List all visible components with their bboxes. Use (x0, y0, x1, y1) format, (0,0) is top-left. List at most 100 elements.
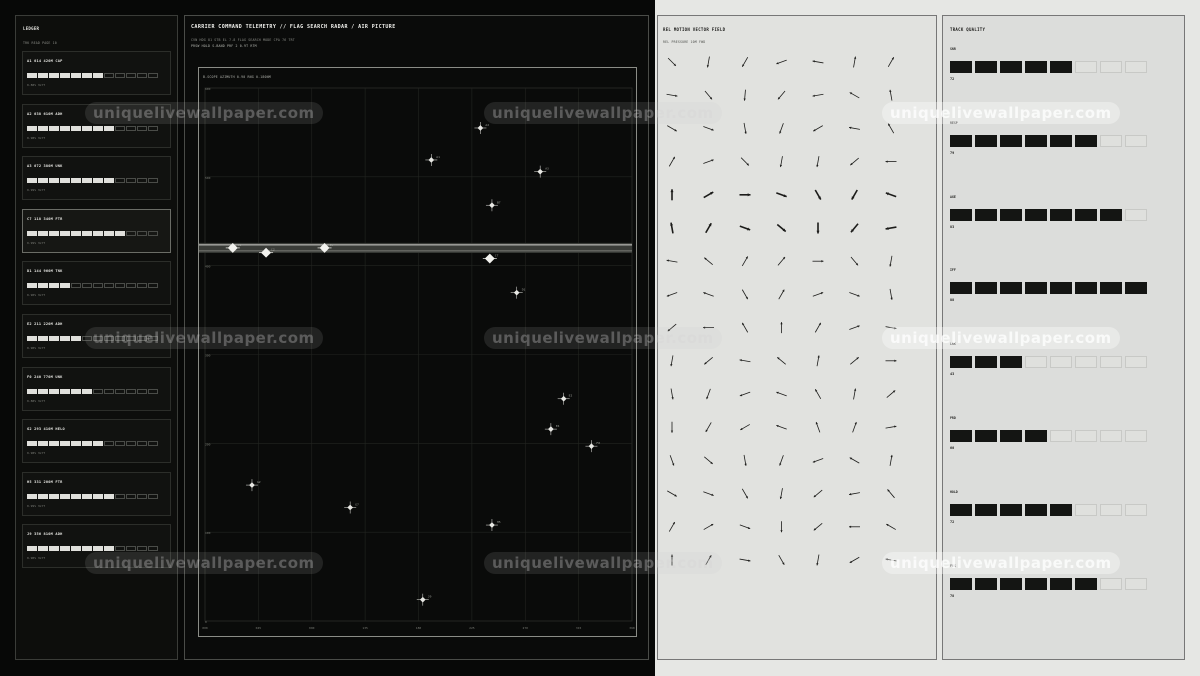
ledger-card-segment (60, 546, 70, 552)
contact-marker[interactable]: A2 (474, 121, 489, 134)
ledger-card-segment (104, 125, 114, 131)
ledger-card-segment (60, 441, 70, 447)
ledger-card-segment (126, 73, 136, 78)
vector-arrow (887, 123, 895, 134)
ledger-card-segment (137, 230, 147, 236)
ledger-card-segment (137, 546, 147, 552)
track-quality-row: AGE 83 (950, 195, 1180, 235)
ledger-card-segment (126, 441, 136, 447)
track-quality-segment (1025, 356, 1047, 369)
ledger-card-segment (137, 178, 147, 184)
ledger-card-meta: 0.99% 3LYT (27, 188, 46, 193)
vector-arrow (849, 292, 860, 297)
vector-arrow (816, 222, 820, 234)
watermark: uniquelivewallpaper.com (484, 552, 722, 574)
track-quality-label: HOLD (950, 489, 958, 494)
watermark: uniquelivewallpaper.com (85, 102, 323, 124)
ledger-card[interactable]: F0 240 770M UNK 0.88% 3LYT (22, 366, 171, 411)
vector-arrow (705, 222, 712, 234)
vector-arrow (666, 93, 678, 97)
vector-arrow (851, 189, 858, 200)
vector-arrow (706, 388, 711, 400)
contact-marker[interactable]: H5 (485, 519, 501, 532)
ledger-card[interactable]: A3 072 380M UNK 0.99% 3LYT (22, 156, 171, 201)
ledger-card[interactable]: H5 331 200M FTR 0.99% 3LYT (22, 471, 171, 516)
track-quality-segment (950, 134, 972, 147)
ledger-card-segment (49, 73, 59, 78)
ledger-card-segment (104, 178, 114, 184)
track-quality-segment (1100, 577, 1122, 590)
vector-arrow (812, 260, 824, 263)
vector-arrow (816, 355, 820, 367)
ledger-card-segment (104, 493, 114, 499)
ledger-card[interactable]: G2 293 410M HELO 0.98% 3LYT (22, 419, 171, 464)
track-quality-segment (1075, 503, 1097, 516)
vector-arrow (740, 424, 750, 431)
track-quality-value: 88 (950, 298, 955, 303)
contact-marker[interactable]: D1 (510, 286, 526, 299)
ledger-card-segment (148, 546, 158, 552)
ledger-card[interactable]: A1 014 420M CAP 0.88% 3LYT (22, 51, 171, 95)
vector-arrow (812, 292, 824, 297)
ledger-card[interactable]: C7 118 340M FTR 0.99% 3LYT (22, 208, 171, 253)
vector-arrow (741, 322, 749, 333)
track-quality-segment (1125, 208, 1147, 221)
ledger-card-segment (71, 546, 81, 552)
vector-arrow (706, 56, 710, 68)
ledger-card-segment (115, 178, 125, 184)
ledger-card-segment (148, 230, 158, 236)
ledger-card-segment (60, 178, 70, 184)
track-quality-value: 60 (950, 446, 955, 450)
contact-marker[interactable]: G7 (344, 501, 359, 514)
ledger-card-segment (93, 230, 103, 236)
vector-arrow (739, 225, 751, 231)
contact-marker[interactable]: F0 (585, 440, 600, 453)
track-quality-segment (1075, 356, 1097, 369)
ledger-card-segment (60, 230, 70, 236)
vector-arrow (779, 156, 783, 168)
vector-arrow (703, 126, 714, 131)
contact-marker[interactable]: C7 (482, 254, 499, 264)
vector-arrow (813, 522, 823, 531)
track-quality-segment (975, 134, 997, 147)
vector-arrow (778, 289, 785, 300)
x-tick-label: 270 (523, 626, 529, 630)
vector-arrow (670, 421, 674, 433)
contact-marker[interactable]: E4 (544, 423, 560, 436)
vector-arrow (740, 157, 750, 166)
ledger-card-segment (115, 388, 125, 394)
ledger-card-segment (49, 125, 59, 131)
vector-arrow (853, 388, 857, 400)
y-tick-label: 200 (205, 442, 211, 446)
ledger-card-segment (60, 125, 70, 131)
ledger-card-meta: 0.99% 3LYT (27, 503, 46, 508)
vector-arrow (849, 325, 860, 330)
ledger-card-segment (137, 283, 147, 289)
vector-arrow (849, 126, 860, 130)
track-quality-segment (950, 503, 972, 516)
x-tick-label: 360 (629, 626, 635, 630)
vector-arrow (776, 391, 787, 397)
ledger-subtitle: TRK READ PAGE 10 (23, 41, 57, 45)
vector-arrow (779, 455, 784, 466)
vector-arrow (705, 422, 712, 433)
x-tick-label: 045 (256, 626, 262, 630)
track-quality-segment (975, 356, 997, 369)
ledger-card[interactable]: D1 144 960M TNK 0.90% 3LYT (22, 261, 171, 306)
vector-arrow (813, 125, 823, 132)
vector-arrow (812, 93, 824, 97)
ledger-card-segment (126, 388, 136, 394)
contact-marker[interactable]: A3 (534, 165, 549, 178)
ledger-card-segment (115, 283, 125, 289)
contact-marker[interactable]: J9 (416, 593, 432, 606)
contact-label: E2 (569, 394, 573, 398)
contact-marker[interactable]: A1 (425, 153, 440, 166)
track-quality-segment (1125, 503, 1147, 516)
track-quality-segment (1025, 503, 1047, 516)
vector-arrow (703, 491, 714, 496)
contact-marker[interactable]: E2 (557, 392, 573, 405)
ledger-card-segment (71, 125, 81, 131)
track-quality-segment (950, 430, 972, 442)
contact-marker[interactable]: B7 (485, 199, 501, 212)
vector-arrow (743, 122, 747, 134)
